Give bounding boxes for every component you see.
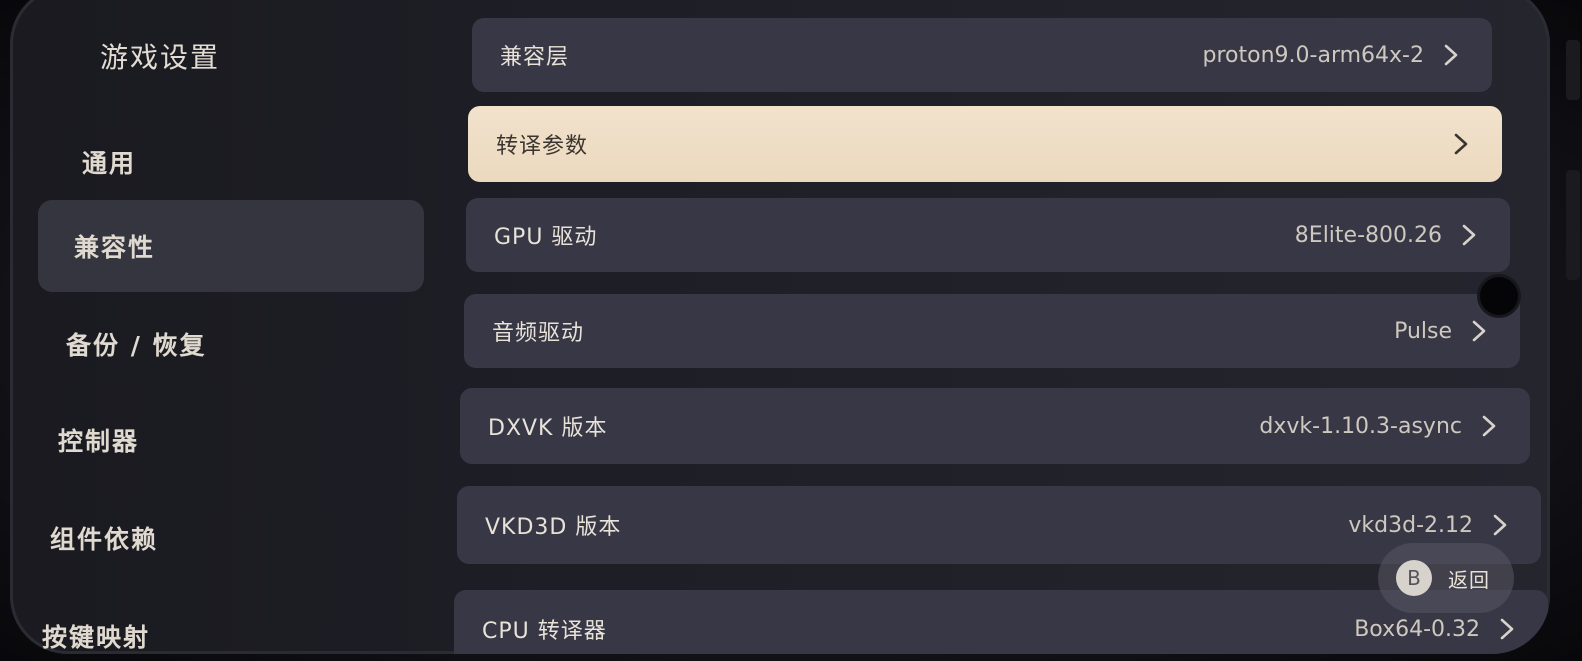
chevron-right-icon — [1438, 42, 1464, 68]
setting-row-translation-params[interactable]: 转译参数 — [468, 106, 1502, 182]
sidebar-item-components[interactable]: 组件依赖 — [50, 520, 158, 556]
row-label: 兼容层 — [500, 45, 570, 70]
setting-row-vkd3d-version[interactable]: VKD3D 版本 vkd3d-2.12 — [457, 486, 1541, 564]
chevron-right-icon — [1487, 512, 1513, 538]
row-label: VKD3D 版本 — [485, 515, 622, 540]
setting-row-gpu-driver[interactable]: GPU 驱动 8Elite-800.26 — [466, 198, 1510, 272]
settings-sidebar: 游戏设置 通用 兼容性 备份 / 恢复 控制器 组件依赖 按键映射 — [10, 0, 450, 654]
front-camera — [1480, 277, 1518, 315]
chevron-right-icon — [1476, 413, 1502, 439]
row-value: vkd3d-2.12 — [1348, 512, 1473, 538]
setting-row-compat-layer[interactable]: 兼容层 proton9.0-arm64x-2 — [472, 18, 1492, 92]
chevron-right-icon — [1448, 131, 1474, 157]
hardware-button — [1566, 40, 1580, 100]
sidebar-item-controller[interactable]: 控制器 — [58, 422, 139, 458]
setting-row-dxvk-version[interactable]: DXVK 版本 dxvk-1.10.3-async — [460, 388, 1530, 464]
chevron-right-icon — [1466, 318, 1492, 344]
sidebar-item-label: 兼容性 — [74, 233, 156, 262]
sidebar-item-compatibility[interactable]: 兼容性 — [38, 200, 424, 292]
sidebar-title: 游戏设置 — [100, 41, 221, 74]
sidebar-item-label: 按键映射 — [42, 623, 151, 652]
row-value: Pulse — [1394, 318, 1452, 344]
back-label: 返回 — [1448, 567, 1490, 592]
row-label: 音频驱动 — [492, 321, 585, 346]
sidebar-item-key-mapping[interactable]: 按键映射 — [42, 618, 150, 654]
sidebar-item-label: 通用 — [82, 149, 137, 178]
row-label: 转译参数 — [496, 134, 589, 159]
screen: 游戏设置 通用 兼容性 备份 / 恢复 控制器 组件依赖 按键映射 兼容层 pr… — [10, 0, 1550, 654]
sidebar-item-label: 备份 / 恢复 — [66, 331, 207, 360]
row-value: dxvk-1.10.3-async — [1259, 413, 1462, 439]
sidebar-item-label: 组件依赖 — [50, 525, 159, 554]
hardware-button — [1566, 170, 1580, 280]
chevron-right-icon — [1494, 616, 1520, 642]
setting-row-audio-driver[interactable]: 音频驱动 Pulse — [464, 294, 1520, 368]
setting-row-cpu-translator[interactable]: CPU 转译器 Box64-0.32 — [454, 590, 1548, 654]
row-value: Box64-0.32 — [1354, 616, 1480, 642]
row-value: 8Elite-800.26 — [1294, 222, 1442, 248]
b-button-icon: B — [1396, 560, 1432, 596]
row-label: GPU 驱动 — [494, 225, 598, 250]
row-value: proton9.0-arm64x-2 — [1202, 42, 1424, 68]
chevron-right-icon — [1456, 222, 1482, 248]
sidebar-item-label: 控制器 — [58, 427, 140, 456]
back-button-hint[interactable]: B 返回 — [1378, 543, 1514, 613]
sidebar-item-general[interactable]: 通用 — [82, 144, 136, 180]
device-frame: 游戏设置 通用 兼容性 备份 / 恢复 控制器 组件依赖 按键映射 兼容层 pr… — [0, 0, 1582, 661]
sidebar-item-backup-restore[interactable]: 备份 / 恢复 — [66, 326, 207, 362]
row-label: DXVK 版本 — [488, 416, 608, 441]
row-label: CPU 转译器 — [482, 619, 607, 644]
